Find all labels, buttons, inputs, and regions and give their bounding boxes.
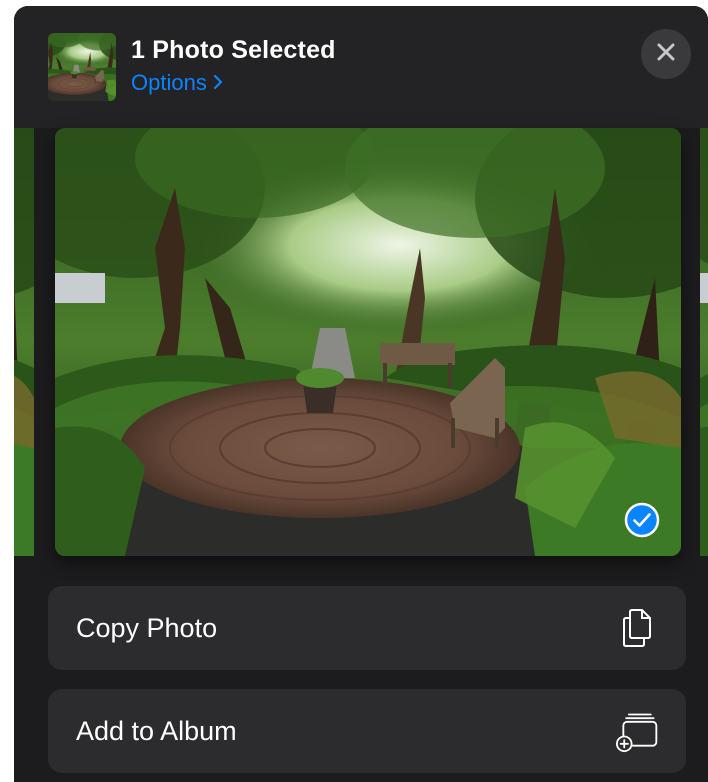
options-label: Options	[131, 70, 207, 95]
close-button[interactable]	[641, 29, 691, 79]
add-to-album-button[interactable]: Add to Album	[48, 689, 686, 773]
share-sheet-header: 1 Photo Selected Options	[14, 6, 708, 128]
selection-title: 1 Photo Selected	[131, 36, 336, 64]
chevron-right-icon	[213, 70, 223, 96]
add-to-album-icon	[616, 709, 660, 753]
add-to-album-label: Add to Album	[76, 715, 237, 746]
copy-photo-button[interactable]: Copy Photo	[48, 586, 686, 670]
checkmark-circle-icon[interactable]	[624, 502, 660, 538]
close-icon	[655, 41, 677, 68]
selected-photo-thumbnail	[48, 33, 116, 101]
share-sheet: 1 Photo Selected Options Copy Photo Add …	[14, 6, 708, 782]
copy-photo-label: Copy Photo	[76, 612, 218, 643]
photo-carousel[interactable]	[14, 128, 708, 560]
previous-photo[interactable]	[14, 128, 34, 556]
copy-photo-icon	[616, 606, 660, 650]
options-link[interactable]: Options	[131, 70, 223, 96]
selected-photo[interactable]	[55, 128, 681, 556]
next-photo[interactable]	[700, 128, 708, 556]
